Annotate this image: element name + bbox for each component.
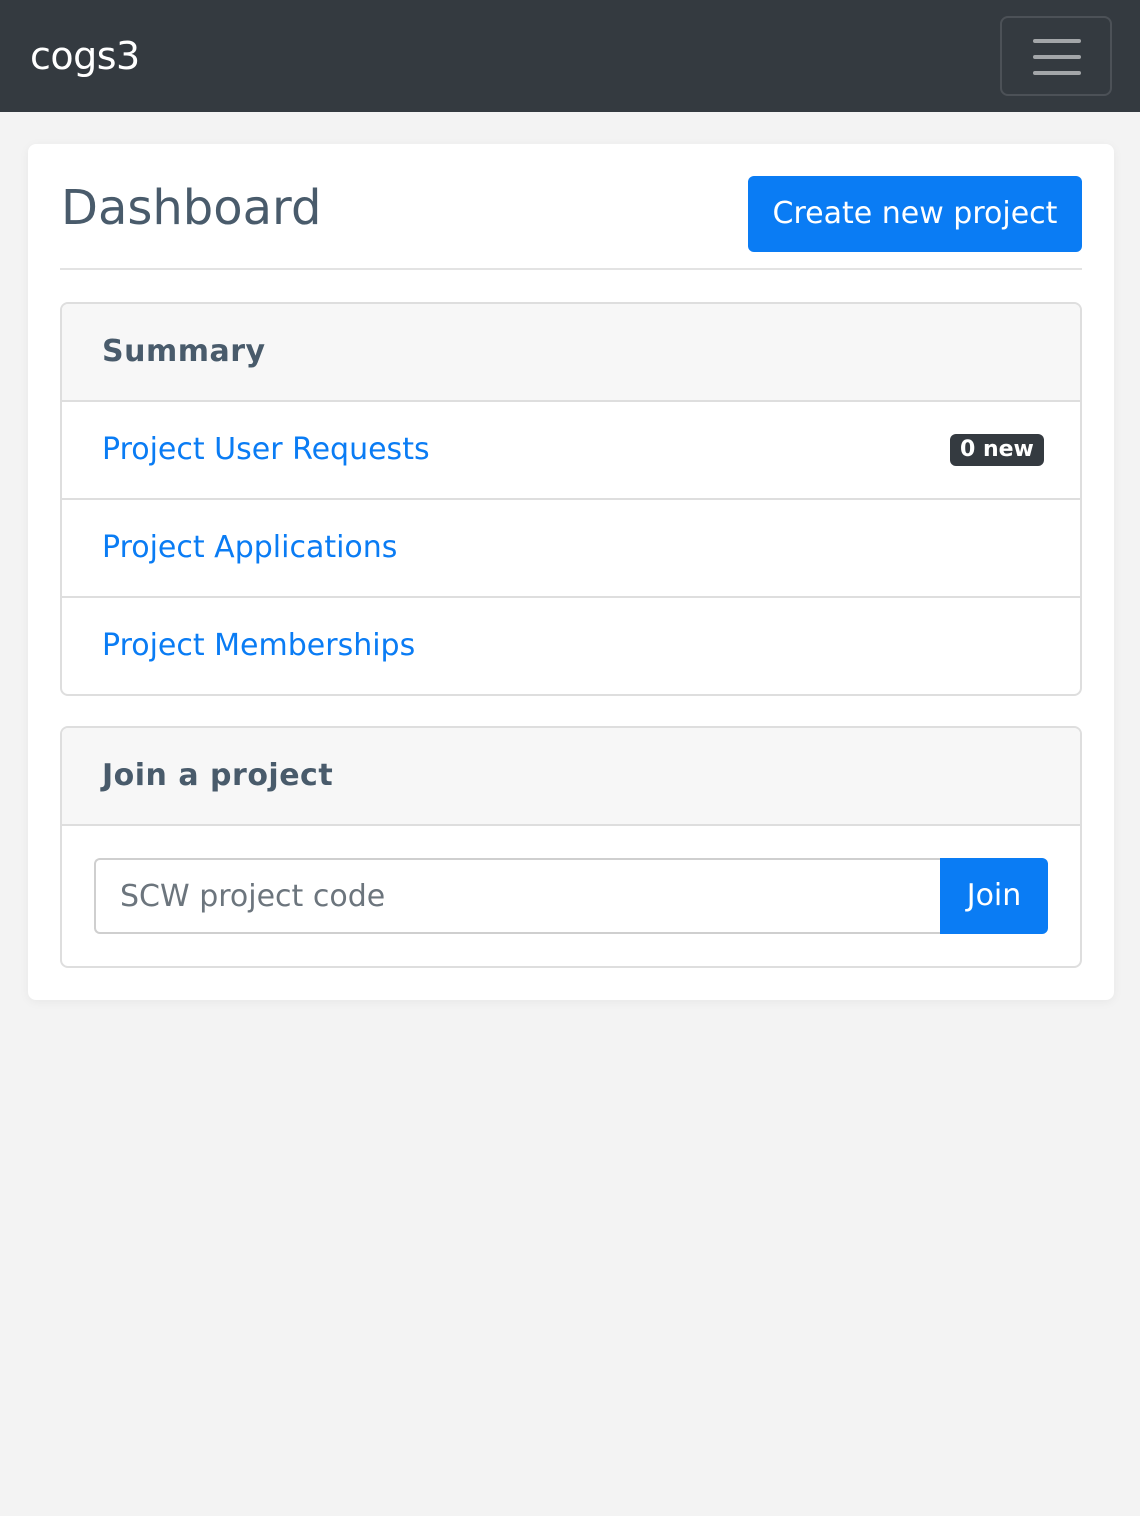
list-item-project-user-requests[interactable]: Project User Requests 0 new xyxy=(62,402,1080,500)
summary-heading-text: Summary xyxy=(102,334,266,369)
summary-panel-heading: Summary xyxy=(62,304,1080,402)
hamburger-bar xyxy=(1033,39,1081,43)
hamburger-bar xyxy=(1033,55,1081,59)
join-panel-heading: Join a project xyxy=(62,728,1080,826)
project-memberships-link[interactable]: Project Memberships xyxy=(102,626,415,666)
project-user-requests-link[interactable]: Project User Requests xyxy=(102,430,430,470)
list-item-project-memberships[interactable]: Project Memberships xyxy=(62,598,1080,694)
summary-panel: Summary Project User Requests 0 new Proj… xyxy=(60,302,1082,696)
page-title: Dashboard xyxy=(61,180,322,236)
join-heading-text: Join a project xyxy=(102,758,334,793)
navbar-brand[interactable]: cogs3 xyxy=(30,30,140,82)
list-item-project-applications[interactable]: Project Applications xyxy=(62,500,1080,598)
new-requests-badge: 0 new xyxy=(950,434,1044,466)
project-applications-link[interactable]: Project Applications xyxy=(102,528,397,568)
dashboard-card: Dashboard Create new project Summary Pro… xyxy=(28,144,1114,1000)
join-button[interactable]: Join xyxy=(940,858,1048,934)
create-new-project-button[interactable]: Create new project xyxy=(748,176,1082,252)
hamburger-bar xyxy=(1033,71,1081,75)
navbar: cogs3 xyxy=(0,0,1140,112)
join-project-panel: Join a project Join xyxy=(60,726,1082,968)
hamburger-menu-icon xyxy=(1033,39,1081,75)
header-divider xyxy=(60,268,1082,270)
navbar-toggler-button[interactable] xyxy=(1000,16,1112,96)
project-code-input[interactable] xyxy=(94,858,942,934)
